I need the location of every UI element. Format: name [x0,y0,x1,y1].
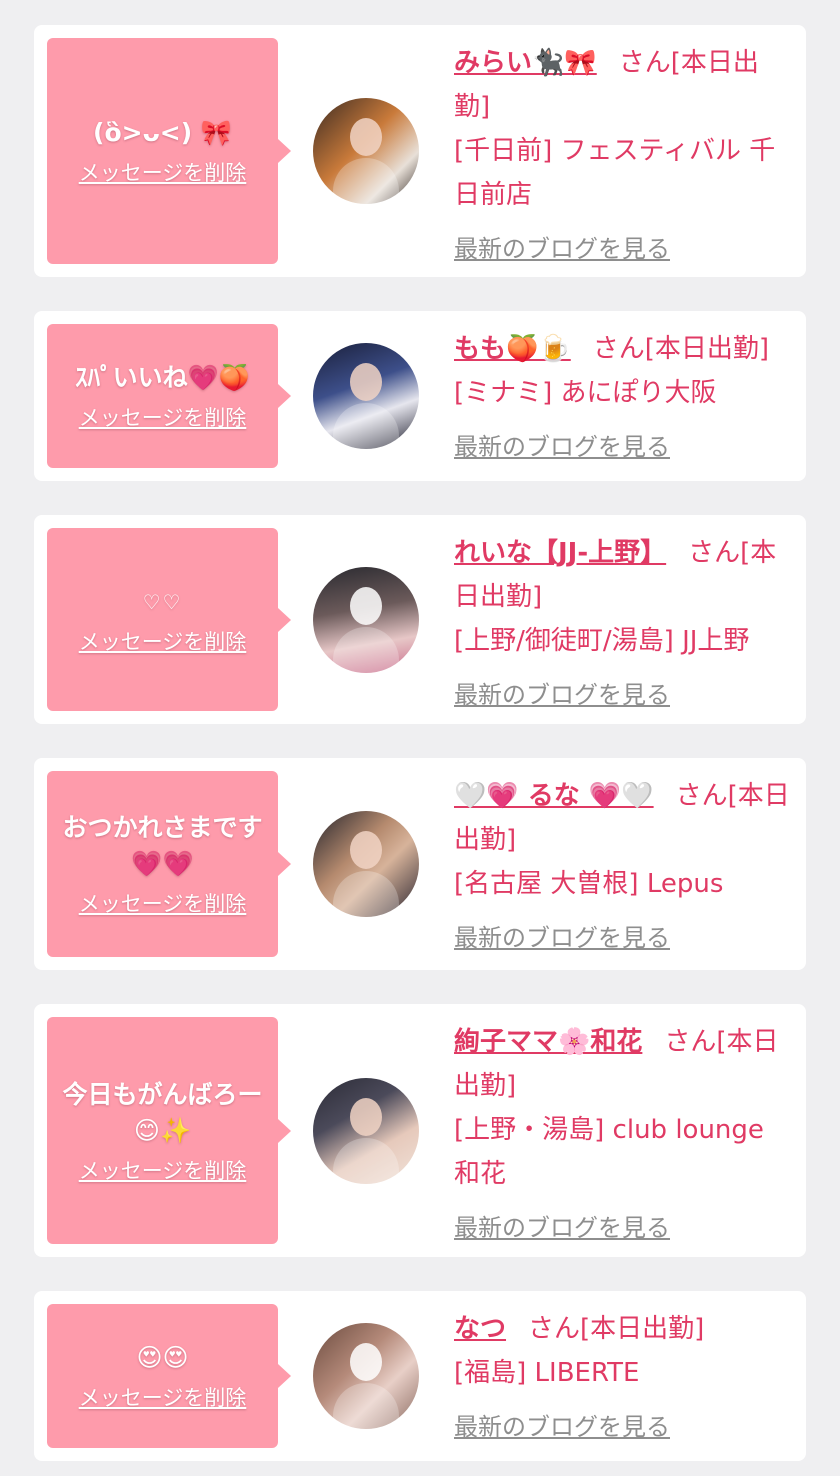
cast-location: [ミナミ] あにぽり大阪 [454,378,717,408]
message-text: ♡♡ [142,589,183,614]
avatar[interactable] [313,567,419,673]
message-card: (ὃ>ᴗ<) 🎀 メッセージを削除 みらい🐈‍⬛🎀 さん[本日出勤] [千日前] … [34,25,806,277]
message-text: (ὃ>ᴗ<) 🎀 [93,118,232,147]
cast-location: [上野/御徒町/湯島] JJ上野 [454,626,750,656]
message-text: ｽﾊﾟいいね💗🍑 [75,363,250,392]
blog-link[interactable]: 最新のブログを見る [454,425,670,469]
cast-info: れいな【JJ-上野】 さん[本日出勤] [上野/御徒町/湯島] JJ上野 最新のブ… [454,531,794,717]
cast-name-link[interactable]: れいな【JJ-上野】 [454,538,666,568]
cast-name-link[interactable]: もも🍑🍺 [454,334,571,364]
cast-name-link[interactable]: なつ [454,1314,506,1344]
delete-message-link[interactable]: メッセージを削除 [79,1155,247,1185]
blog-link[interactable]: 最新のブログを見る [454,916,670,960]
cast-location: [上野・湯島] club lounge 和花 [454,1115,764,1189]
message-card: ♡♡ メッセージを削除 れいな【JJ-上野】 さん[本日出勤] [上野/御徒町/湯… [34,515,806,724]
message-card: 今日もがんばろー😊✨ メッセージを削除 絢子ママ🌸和花 さん[本日出勤] [上野・… [34,1004,806,1257]
avatar[interactable] [313,343,419,449]
message-card: おつかれさまです💗💗 メッセージを削除 🤍💗 るな 💗🤍 さん[本日出勤] [名古… [34,758,806,970]
message-bubble: ｽﾊﾟいいね💗🍑 メッセージを削除 [47,324,291,468]
cast-info: 絢子ママ🌸和花 さん[本日出勤] [上野・湯島] club lounge 和花 最… [454,1020,794,1250]
cast-location: [名古屋 大曽根] Lepus [454,869,724,899]
blog-link[interactable]: 最新のブログを見る [454,1405,670,1449]
cast-info: なつ さん[本日出勤] [福島] LIBERTE 最新のブログを見る [454,1307,794,1449]
delete-message-link[interactable]: メッセージを削除 [79,1382,247,1412]
cast-name-link[interactable]: 絢子ママ🌸和花 [454,1027,642,1057]
message-bubble: 今日もがんばろー😊✨ メッセージを削除 [47,1017,291,1244]
message-card: 😍😍 メッセージを削除 なつ さん[本日出勤] [福島] LIBERTE 最新のブ… [34,1291,806,1461]
cast-status: さん[本日出勤] [592,334,770,364]
cast-location: [福島] LIBERTE [454,1358,640,1388]
delete-message-link[interactable]: メッセージを削除 [79,888,247,918]
message-text: 今日もがんばろー😊✨ [62,1079,263,1145]
delete-message-link[interactable]: メッセージを削除 [79,626,247,656]
cast-name-link[interactable]: 🤍💗 るな 💗🤍 [454,781,654,811]
message-list: (ὃ>ᴗ<) 🎀 メッセージを削除 みらい🐈‍⬛🎀 さん[本日出勤] [千日前] … [0,0,840,1476]
message-bubble: (ὃ>ᴗ<) 🎀 メッセージを削除 [47,38,291,264]
delete-message-link[interactable]: メッセージを削除 [79,157,247,187]
cast-info: もも🍑🍺 さん[本日出勤] [ミナミ] あにぽり大阪 最新のブログを見る [454,327,794,469]
cast-status: さん[本日出勤] [528,1314,705,1344]
cast-info: みらい🐈‍⬛🎀 さん[本日出勤] [千日前] フェスティバル 千日前店 最新のブロ… [454,41,794,271]
blog-link[interactable]: 最新のブログを見る [454,1206,670,1250]
avatar[interactable] [313,98,419,204]
avatar[interactable] [313,811,419,917]
avatar[interactable] [313,1323,419,1429]
blog-link[interactable]: 最新のブログを見る [454,673,670,717]
cast-location: [千日前] フェスティバル 千日前店 [454,136,776,210]
avatar[interactable] [313,1078,419,1184]
message-card: ｽﾊﾟいいね💗🍑 メッセージを削除 もも🍑🍺 さん[本日出勤] [ミナミ] あにぽ… [34,311,806,481]
message-bubble: ♡♡ メッセージを削除 [47,528,291,711]
blog-link[interactable]: 最新のブログを見る [454,227,670,271]
message-text: おつかれさまです💗💗 [62,813,263,878]
message-bubble: 😍😍 メッセージを削除 [47,1304,291,1448]
message-bubble: おつかれさまです💗💗 メッセージを削除 [47,771,291,957]
delete-message-link[interactable]: メッセージを削除 [79,402,247,432]
cast-info: 🤍💗 るな 💗🤍 さん[本日出勤] [名古屋 大曽根] Lepus 最新のブログを… [454,774,794,960]
cast-name-link[interactable]: みらい🐈‍⬛🎀 [454,48,597,78]
message-text: 😍😍 [136,1343,189,1372]
